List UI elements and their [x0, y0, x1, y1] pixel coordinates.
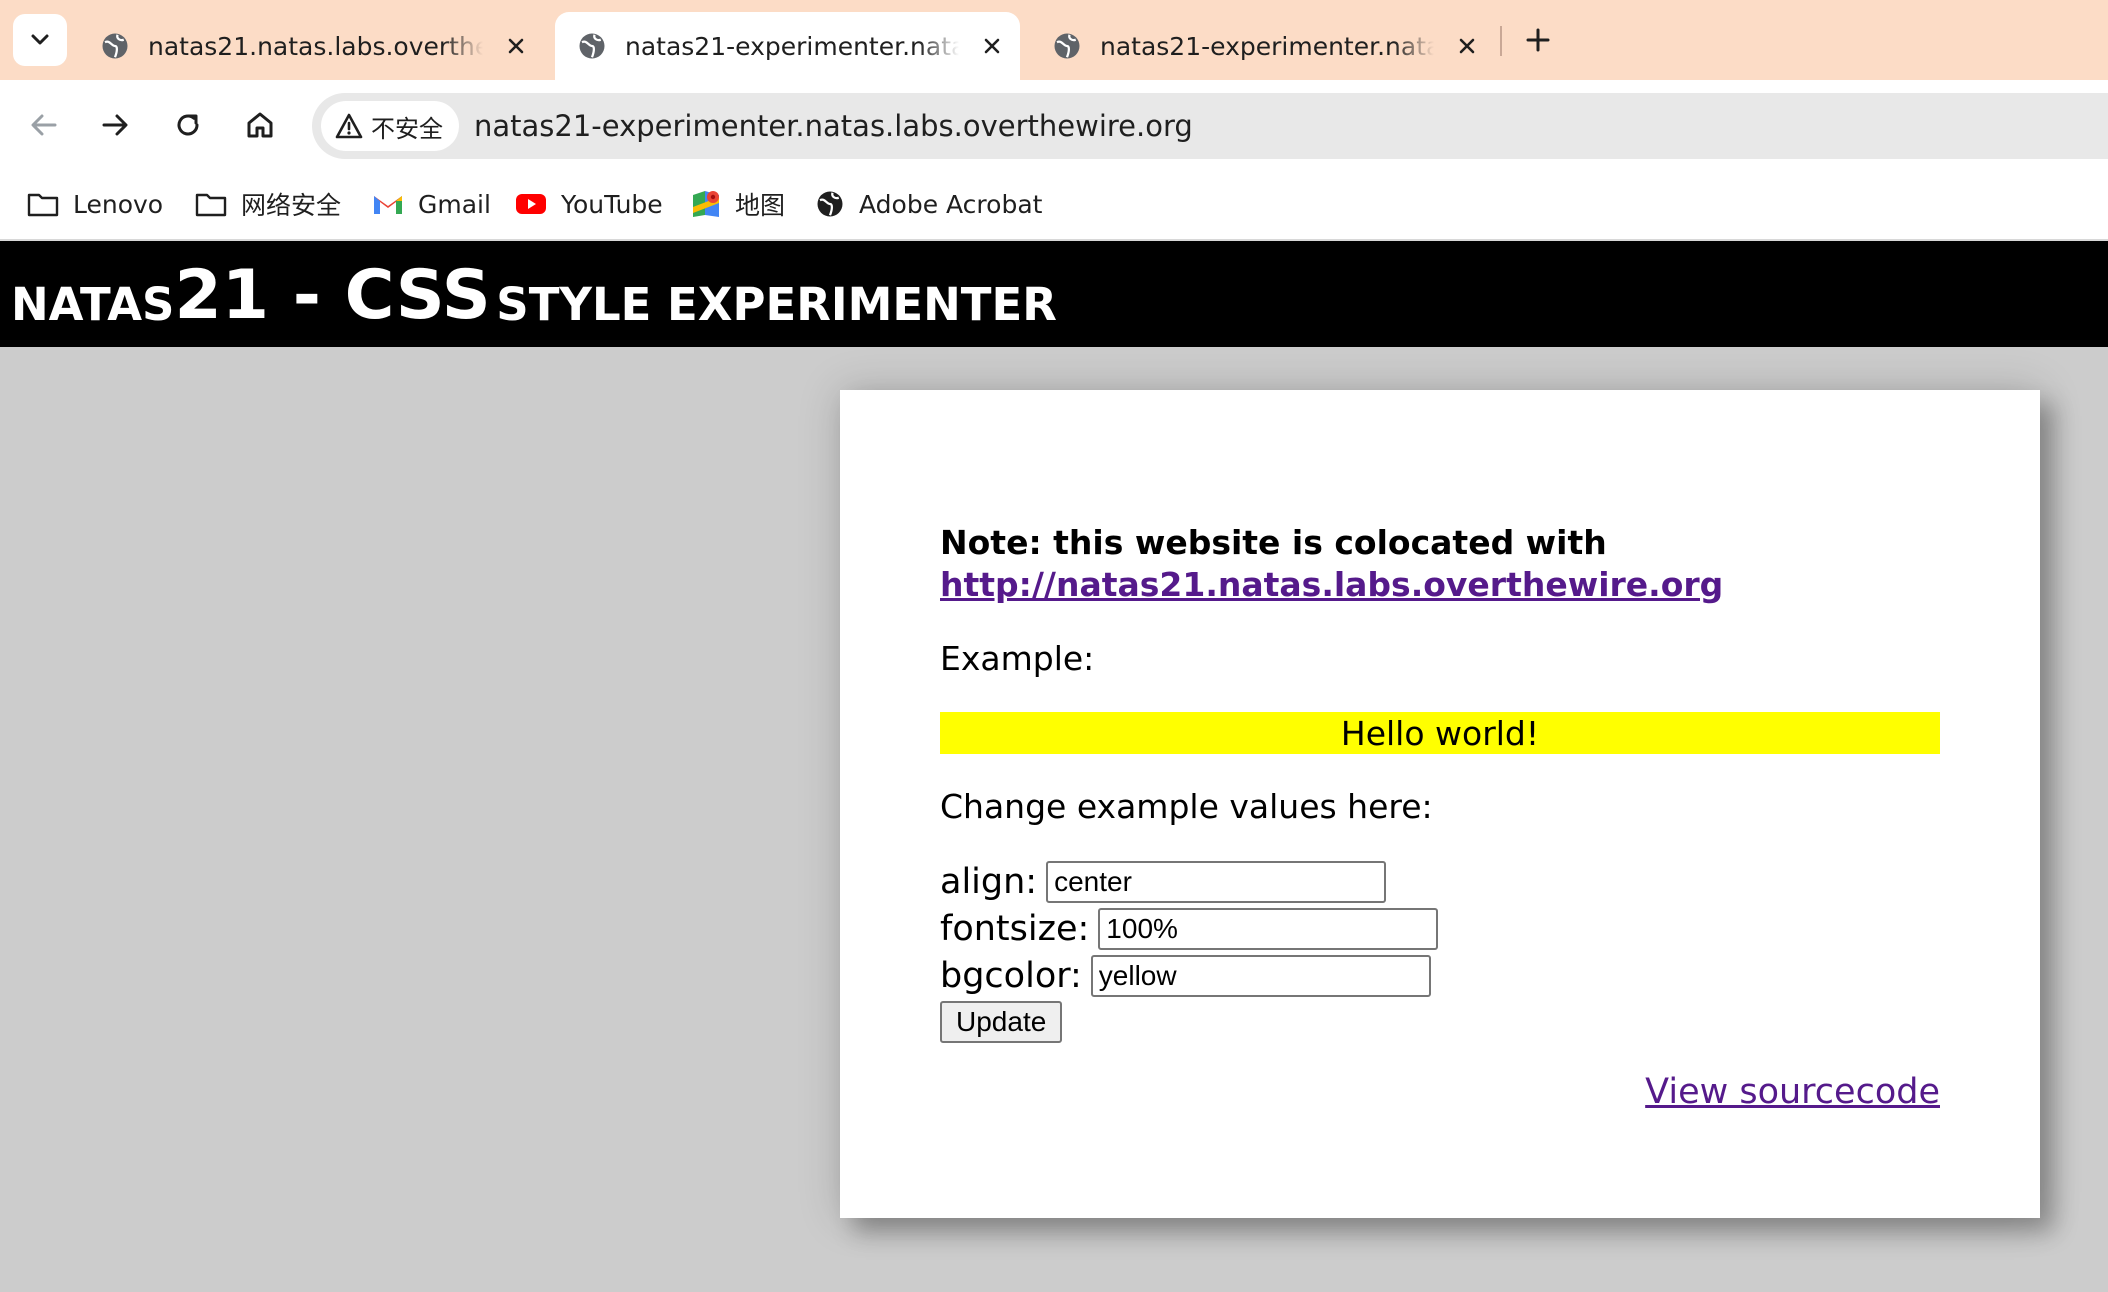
plus-icon	[1526, 28, 1550, 52]
update-button[interactable]: Update	[940, 1001, 1063, 1043]
bookmark-label: 网络安全	[241, 191, 342, 220]
align-row: align:	[940, 858, 1940, 905]
tab-separator	[1500, 26, 1502, 56]
tab-title: natas21.natas.labs.overthewire.org	[148, 31, 483, 61]
maps-icon	[693, 191, 719, 217]
natas21-link[interactable]: http://natas21.natas.labs.overthewire.or…	[940, 565, 1723, 604]
bookmark-label: YouTube	[561, 189, 663, 219]
note-text: Note: this website is colocated with	[940, 523, 1607, 562]
bookmark-label: Gmail	[418, 189, 491, 219]
close-icon[interactable]	[501, 31, 531, 61]
bookmark-youtube[interactable]: YouTube	[515, 182, 663, 226]
bookmark-label: Lenovo	[73, 189, 164, 219]
tab-search-button[interactable]	[13, 14, 67, 66]
tab-natas21[interactable]: natas21.natas.labs.overthewire.org	[78, 12, 550, 80]
bgcolor-input[interactable]	[1090, 954, 1431, 997]
example-label: Example:	[940, 639, 1095, 678]
page-title: NATAS 21 - CSS STYLE EXPERIMENTER	[0, 241, 2108, 347]
bookmark-adobe-acrobat[interactable]: Adobe Acrobat	[815, 182, 1042, 226]
tab-strip: natas21.natas.labs.overthewire.org natas…	[0, 0, 2108, 80]
change-values-label: Change example values here:	[940, 787, 1433, 826]
title-style-experimenter: STYLE EXPERIMENTER	[496, 278, 1057, 331]
bookmark-label: 地图	[735, 191, 786, 220]
align-input[interactable]	[1046, 860, 1387, 903]
security-label: 不安全	[371, 114, 443, 143]
globe-icon	[817, 191, 843, 217]
close-icon[interactable]	[1452, 31, 1482, 61]
reload-button[interactable]	[164, 101, 212, 149]
view-sourcecode-link[interactable]: View sourcecode	[1645, 1072, 1940, 1112]
security-indicator[interactable]: 不安全	[321, 101, 459, 151]
browser-toolbar: 不安全 natas21-experimenter.natas.labs.over…	[0, 80, 2108, 172]
globe-icon	[102, 33, 128, 59]
bookmark-label: Adobe Acrobat	[859, 189, 1043, 219]
url-text[interactable]: natas21-experimenter.natas.labs.overthew…	[474, 109, 1193, 143]
folder-icon	[195, 193, 227, 217]
globe-icon	[579, 33, 605, 59]
colocation-note: Note: this website is colocated with htt…	[940, 522, 1940, 606]
gmail-icon	[374, 196, 402, 214]
forward-button[interactable]	[91, 101, 139, 149]
fontsize-row: fontsize:	[940, 905, 1940, 952]
reload-icon	[177, 114, 199, 136]
fontsize-label: fontsize:	[940, 908, 1090, 949]
content-card: Note: this website is colocated with htt…	[840, 390, 2040, 1218]
bookmark-network-security[interactable]: 网络安全	[195, 182, 341, 226]
bgcolor-row: bgcolor:	[940, 952, 1940, 999]
fontsize-input[interactable]	[1098, 907, 1439, 950]
example-preview: Hello world!	[940, 712, 1940, 754]
bookmark-lenovo[interactable]: Lenovo	[27, 182, 163, 226]
style-form: align: fontsize: bgcolor: Update	[940, 858, 1940, 1043]
address-bar[interactable]: 不安全 natas21-experimenter.natas.labs.over…	[312, 93, 2108, 159]
tab-title: natas21-experimenter.natas.labs.overthew…	[625, 31, 959, 61]
title-level-css: 21 - CSS	[174, 256, 491, 335]
arrow-right-icon	[102, 114, 128, 136]
bookmark-gmail[interactable]: Gmail	[372, 182, 491, 226]
tab-title: natas21-experimenter.natas.labs.overthew…	[1100, 31, 1434, 61]
back-button[interactable]	[20, 101, 68, 149]
content-inner: Note: this website is colocated with htt…	[940, 522, 1940, 1043]
new-tab-button[interactable]	[1518, 20, 1558, 60]
tab-experimenter-active[interactable]: natas21-experimenter.natas.labs.overthew…	[555, 12, 1020, 80]
bgcolor-label: bgcolor:	[940, 955, 1082, 996]
chevron-down-icon	[31, 34, 49, 45]
bookmarks-bar: Lenovo 网络安全 Gmail YouTube 地图 Adobe Acrob…	[0, 172, 2108, 241]
title-natas: NATAS	[11, 278, 175, 331]
align-label: align:	[940, 861, 1038, 902]
home-icon	[247, 112, 273, 138]
close-icon[interactable]	[977, 31, 1007, 61]
folder-icon	[27, 193, 59, 217]
tab-experimenter[interactable]: natas21-experimenter.natas.labs.overthew…	[1030, 12, 1495, 80]
arrow-left-icon	[31, 114, 57, 136]
bookmark-maps[interactable]: 地图	[691, 182, 785, 226]
home-button[interactable]	[236, 101, 284, 149]
warning-icon	[335, 113, 363, 139]
globe-icon	[1054, 33, 1080, 59]
youtube-icon	[516, 194, 546, 214]
